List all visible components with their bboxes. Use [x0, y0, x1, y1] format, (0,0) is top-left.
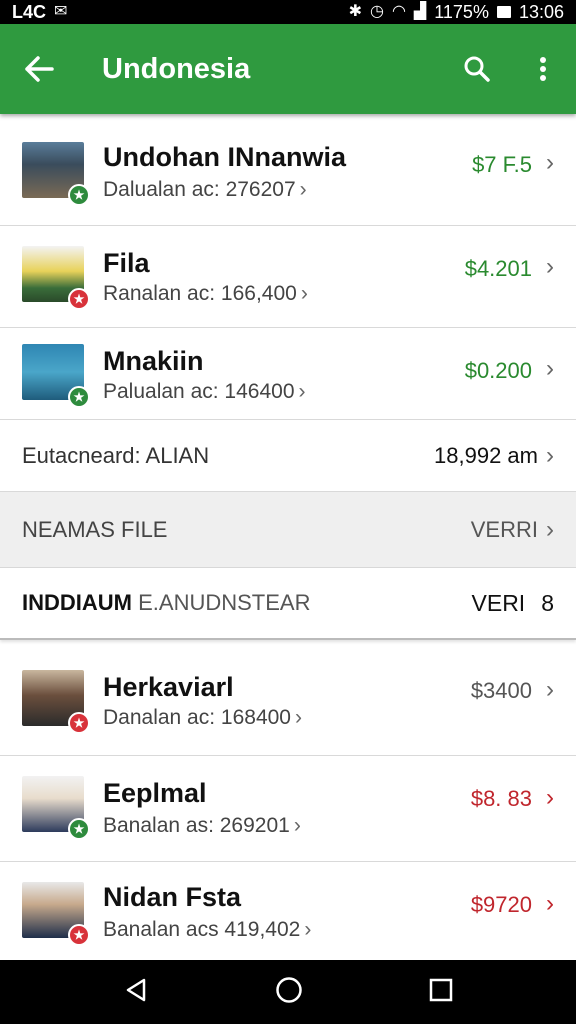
status-badge-icon: ★ — [68, 712, 90, 734]
item-thumbnail: ★ — [22, 670, 90, 734]
item-name: Nidan Fsta — [103, 882, 242, 912]
carrier-label: L4C — [12, 1, 47, 22]
list-item[interactable]: ★ Mnakiin Palualan ac: 146400 › $0.200 › — [0, 328, 576, 420]
item-thumbnail: ★ — [22, 142, 90, 206]
item-subtitle: Danalan ac: 168400 › — [103, 706, 302, 729]
recents-square-icon — [429, 978, 453, 1001]
item-price: $3400 — [470, 678, 532, 703]
chevron-right-icon: › — [298, 380, 306, 403]
chevron-right-icon: › — [295, 706, 302, 729]
alarm-icon: ◷ — [369, 3, 384, 20]
nav-back-button[interactable] — [123, 977, 149, 1008]
status-badge-icon: ★ — [68, 386, 90, 408]
search-icon — [464, 56, 490, 82]
section-header[interactable]: NEAMAS FILE VERRI › — [0, 492, 576, 568]
system-nav-bar — [0, 960, 576, 1024]
list-item[interactable]: ★ Herkaviarl Danalan ac: 168400 › $3400 › — [0, 648, 576, 756]
item-subtitle: Dalualan ac: 276207 › — [103, 178, 307, 201]
back-button[interactable] — [0, 56, 78, 82]
section-count: 8 — [541, 589, 554, 616]
notification-icon: ✉ — [54, 3, 68, 20]
item-thumbnail: ★ — [22, 882, 90, 946]
chevron-right-icon: › — [293, 814, 301, 837]
nav-home-button[interactable] — [275, 976, 303, 1009]
section-label: NEAMAS FILE — [22, 516, 168, 542]
section-header[interactable]: INDDIAUM E.ANUDNSTEAR VERI 8 — [0, 568, 576, 640]
chevron-right-icon: › — [546, 515, 554, 543]
search-button[interactable] — [444, 55, 510, 83]
item-thumbnail: ★ — [22, 344, 90, 408]
back-arrow-icon — [25, 56, 54, 82]
status-bar: L4C ✉ ✱ ◷ ◠ ▟ 1175% 13:06 — [0, 0, 576, 24]
clock: 13:06 — [518, 1, 564, 22]
chevron-right-icon: › — [546, 676, 554, 703]
list-item[interactable]: ★ Nidan Fsta Banalan acs 419,402 › $9720 … — [0, 862, 576, 960]
chevron-right-icon: › — [546, 784, 554, 811]
app-bar: Undonesia — [0, 24, 576, 114]
chevron-right-icon: › — [546, 149, 554, 176]
battery-icon — [496, 6, 511, 18]
chevron-right-icon: › — [546, 441, 554, 469]
more-vert-icon — [540, 57, 546, 81]
list-item[interactable]: ★ Eeplmal Banalan as: 269201 › $8. 83 › — [0, 756, 576, 862]
list-item[interactable]: ★ Fila Ranalan ac: 166,400 › $4.201 › — [0, 226, 576, 328]
summary-label: Eutacneard: ALIAN — [22, 442, 210, 468]
chevron-right-icon: › — [299, 178, 307, 201]
item-price: $7 F.5 — [472, 152, 532, 177]
section-value: VERI — [471, 589, 526, 616]
list-item[interactable]: ★ Undohan INnanwia Dalualan ac: 276207 › … — [0, 114, 576, 226]
item-subtitle: Palualan ac: 146400 › — [103, 380, 306, 403]
item-price: $8. 83 — [470, 786, 532, 811]
wifi-icon: ◠ — [391, 3, 406, 20]
status-badge-icon: ★ — [68, 818, 90, 840]
section-label: INDDIAUM E.ANUDNSTEAR — [22, 590, 311, 615]
item-name: Eeplmal — [103, 778, 207, 808]
signal-icon: ▟ — [413, 3, 427, 20]
status-badge-icon: ★ — [68, 184, 90, 206]
page-title: Undonesia — [102, 52, 251, 85]
item-name: Mnakiin — [103, 346, 204, 376]
summary-value: 18,992 am — [434, 442, 538, 468]
summary-row[interactable]: Eutacneard: ALIAN 18,992 am › — [0, 420, 576, 492]
chevron-right-icon: › — [546, 253, 554, 280]
back-triangle-icon — [126, 978, 146, 1001]
item-price: $9720 — [470, 892, 532, 917]
status-badge-icon: ★ — [68, 924, 90, 946]
bluetooth-icon: ✱ — [348, 3, 362, 20]
home-circle-icon — [276, 976, 302, 1003]
item-price: $4.201 — [464, 256, 532, 281]
item-subtitle: Banalan acs 419,402 › — [103, 918, 312, 941]
section-value: VERRI — [470, 516, 538, 542]
item-thumbnail: ★ — [22, 246, 90, 310]
chevron-right-icon: › — [300, 282, 308, 305]
item-name: Fila — [103, 248, 150, 278]
status-badge-icon: ★ — [68, 288, 90, 310]
chevron-right-icon: › — [546, 890, 554, 917]
nav-recents-button[interactable] — [429, 978, 453, 1007]
item-thumbnail: ★ — [22, 776, 90, 840]
chevron-right-icon: › — [304, 918, 312, 941]
item-name: Herkaviarl — [103, 672, 234, 702]
overflow-menu-button[interactable] — [510, 56, 576, 82]
item-price: $0.200 — [464, 358, 532, 383]
item-subtitle: Banalan as: 269201 › — [103, 814, 301, 837]
item-subtitle: Ranalan ac: 166,400 › — [103, 282, 308, 305]
item-name: Undohan INnanwia — [103, 142, 346, 172]
signal-label: 1175% — [434, 1, 489, 22]
chevron-right-icon: › — [546, 355, 554, 382]
